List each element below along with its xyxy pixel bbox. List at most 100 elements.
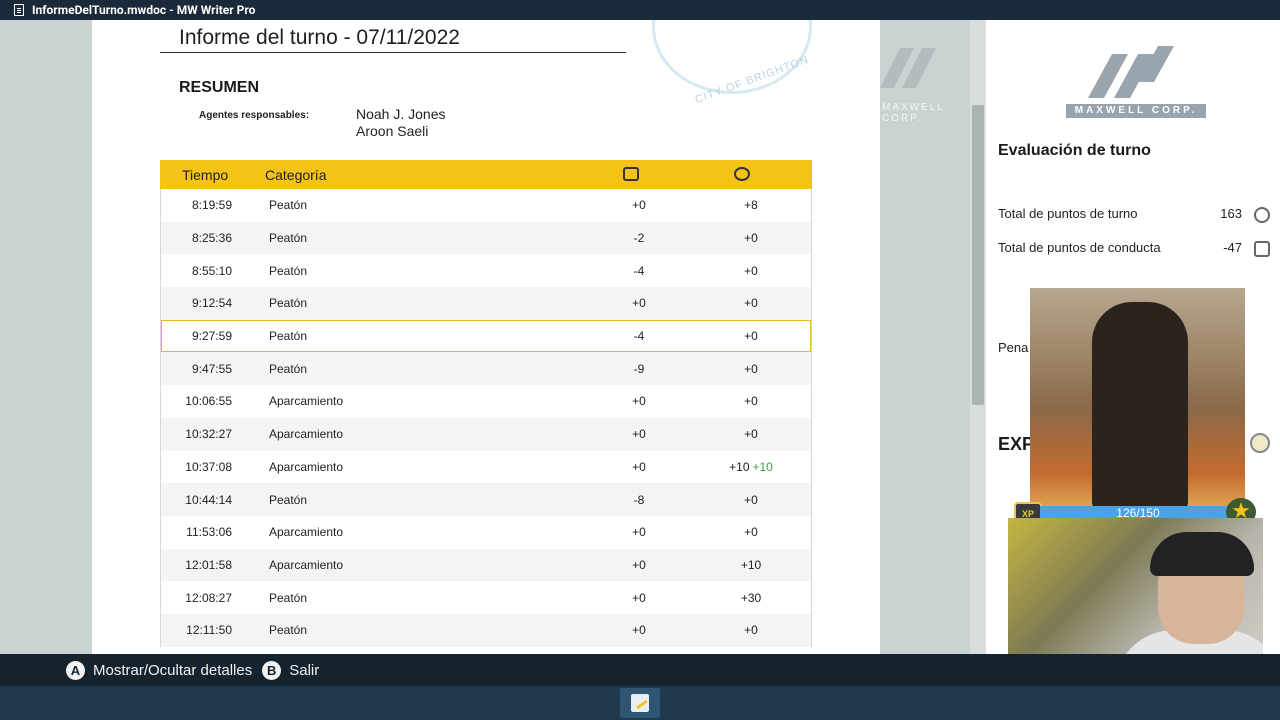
row-time: 12:01:58 bbox=[185, 557, 232, 572]
row-conduct-points: -4 bbox=[633, 263, 645, 278]
row-points-value: +0 bbox=[744, 492, 758, 507]
row-time: 10:37:08 bbox=[185, 459, 232, 474]
maxwell-logo-watermark-text: MAXWELL CORP. bbox=[882, 102, 945, 124]
row-points-value: +0 bbox=[744, 231, 758, 246]
row-time: 10:44:14 bbox=[185, 492, 232, 507]
summary-heading: RESUMEN bbox=[179, 79, 260, 96]
row-conduct-points: +0 bbox=[632, 525, 646, 540]
overlay-photo bbox=[1030, 288, 1245, 506]
row-category: Peatón bbox=[269, 198, 308, 213]
document-title: Informe del turno - 07/11/2022 bbox=[179, 26, 460, 49]
person-figure bbox=[1092, 302, 1188, 506]
row-time: 10:06:55 bbox=[185, 394, 232, 409]
table-row[interactable]: 9:27:59 Peatón -4 +0 bbox=[161, 319, 811, 353]
window-titlebar: InformeDelTurno.mwdoc - MW Writer Pro bbox=[0, 0, 1280, 20]
row-time: 9:27:59 bbox=[191, 329, 232, 344]
row-category: Aparcamiento bbox=[269, 557, 344, 572]
row-conduct-points: +0 bbox=[632, 198, 646, 213]
row-time: 11:53:06 bbox=[186, 525, 232, 540]
row-category: Peatón bbox=[269, 263, 308, 278]
row-category: Peatón bbox=[269, 231, 308, 246]
row-category: Aparcamiento bbox=[269, 525, 344, 540]
row-conduct-points: -2 bbox=[633, 231, 645, 246]
table-row[interactable]: 12:11:50 Peatón +0 +0 bbox=[161, 613, 811, 647]
row-time: 8:55:10 bbox=[191, 263, 232, 278]
shield-icon bbox=[1254, 241, 1270, 257]
row-points-value: +10 bbox=[740, 557, 762, 572]
table-row[interactable]: 10:06:55 Aparcamiento +0 +0 bbox=[161, 385, 811, 418]
agents-label: Agentes responsables: bbox=[199, 110, 310, 121]
table-row[interactable]: 10:44:14 Peatón -8 +0 bbox=[161, 483, 811, 516]
shift-points-label: Total de puntos de turno bbox=[998, 206, 1138, 221]
table-header: Tiempo Categoría bbox=[160, 160, 812, 189]
row-shift-points: +0 bbox=[721, 623, 781, 637]
workspace-background bbox=[0, 20, 92, 654]
taskbar bbox=[0, 686, 1280, 720]
row-time: 8:25:36 bbox=[191, 231, 232, 246]
row-conduct-points: +0 bbox=[632, 557, 646, 572]
row-points-value: +0 bbox=[744, 263, 758, 278]
row-time: 8:19:59 bbox=[191, 198, 232, 213]
row-conduct-points: +0 bbox=[632, 394, 646, 409]
row-points-value: +8 bbox=[744, 198, 758, 213]
table-row[interactable]: 10:37:08 Aparcamiento +0 +10 +10 bbox=[161, 451, 811, 484]
row-conduct-points: -9 bbox=[633, 361, 645, 376]
shift-points-value: 163 bbox=[1220, 206, 1242, 221]
row-category: Peatón bbox=[269, 492, 308, 507]
row-conduct-points: -4 bbox=[633, 329, 645, 344]
scrollbar-thumb[interactable] bbox=[972, 105, 984, 405]
row-points-value: +30 bbox=[740, 590, 762, 605]
row-category: Peatón bbox=[269, 329, 308, 344]
table-row[interactable]: 8:55:10 Peatón -4 +0 bbox=[161, 254, 811, 287]
penalty-label: Pena bbox=[998, 340, 1029, 355]
row-shift-points: +0 bbox=[721, 493, 781, 507]
table-row[interactable]: 8:25:36 Peatón -2 +0 bbox=[161, 221, 811, 255]
xp-badge-icon bbox=[1254, 207, 1270, 223]
row-points-value: +0 bbox=[744, 623, 758, 638]
row-shift-points: +0 bbox=[721, 264, 781, 278]
table-row[interactable]: 9:12:54 Peatón +0 +0 bbox=[161, 287, 811, 320]
conduct-points-value: -47 bbox=[1223, 240, 1242, 255]
row-conduct-points: +0 bbox=[632, 623, 646, 638]
header-time: Tiempo bbox=[182, 166, 229, 183]
table-row[interactable]: 11:53:06 Aparcamiento +0 +0 bbox=[161, 516, 811, 549]
row-points-value: +10 bbox=[729, 459, 750, 474]
shift-report-table: Tiempo Categoría 8:19:59 Peatón +0 +8 8:25:3… bbox=[160, 160, 812, 647]
row-category: Aparcamiento bbox=[269, 427, 344, 442]
taskbar-writer-app[interactable] bbox=[620, 688, 660, 718]
row-conduct-points: +0 bbox=[632, 590, 646, 605]
header-category: Categoría bbox=[265, 166, 327, 183]
row-category: Peatón bbox=[269, 623, 308, 638]
writer-app-icon bbox=[631, 694, 649, 712]
row-shift-points: +0 bbox=[721, 329, 781, 343]
row-shift-points: +8 bbox=[721, 198, 781, 212]
table-row[interactable]: 12:01:58 Aparcamiento +0 +10 bbox=[161, 548, 811, 582]
button-b-icon: B bbox=[262, 660, 282, 680]
table-row[interactable]: 12:08:27 Peatón +0 +30 bbox=[161, 581, 811, 614]
conduct-points-label: Total de puntos de conducta bbox=[998, 240, 1161, 255]
row-conduct-points: +0 bbox=[632, 427, 646, 442]
agent-name: Aroon Saeli bbox=[356, 123, 429, 139]
row-points-value: +0 bbox=[744, 361, 758, 376]
row-shift-points: +10 bbox=[721, 558, 781, 572]
controller-hint-bar: A Mostrar/Ocultar detalles B Salir bbox=[0, 654, 1280, 686]
maxwell-logo-icon bbox=[1088, 46, 1174, 98]
row-category: Peatón bbox=[269, 361, 308, 376]
row-time: 10:32:27 bbox=[185, 427, 232, 442]
table-row[interactable]: 10:32:27 Aparcamiento +0 +0 bbox=[161, 417, 811, 451]
row-conduct-points: +0 bbox=[632, 296, 646, 311]
toggle-details-hint[interactable]: Mostrar/Ocultar detalles bbox=[93, 662, 252, 679]
exit-hint[interactable]: Salir bbox=[289, 662, 319, 679]
table-row[interactable]: 8:19:59 Peatón +0 +8 bbox=[161, 189, 811, 222]
window-title: InformeDelTurno.mwdoc - MW Writer Pro bbox=[32, 3, 256, 17]
row-points-value: +0 bbox=[744, 427, 758, 442]
row-points-value: +0 bbox=[744, 525, 758, 540]
row-bonus-points: +10 bbox=[752, 459, 773, 474]
row-points-value: +0 bbox=[744, 394, 758, 409]
maxwell-logo-text: MAXWELL CORP. bbox=[1066, 104, 1206, 118]
table-row[interactable]: 9:47:55 Peatón -9 +0 bbox=[161, 352, 811, 386]
row-time: 12:08:27 bbox=[185, 590, 232, 605]
row-shift-points: +0 bbox=[721, 525, 781, 539]
shield-icon bbox=[623, 167, 639, 181]
row-category: Aparcamiento bbox=[269, 459, 344, 474]
